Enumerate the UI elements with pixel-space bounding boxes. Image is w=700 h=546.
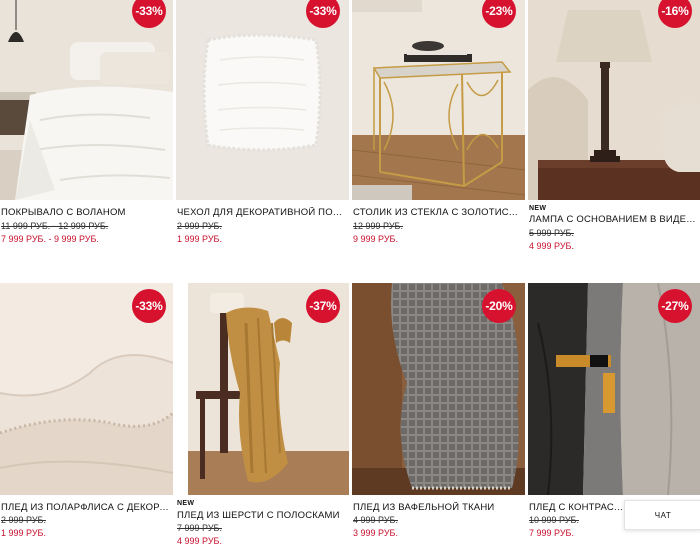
product-name[interactable]: ЧЕХОЛ ДЛЯ ДЕКОРАТИВНОЙ ПОДУ... [177,207,347,218]
chat-button[interactable]: ЧАТ [624,500,700,530]
product-card[interactable]: -20% ПЛЕД ИЗ ВАФЕЛЬНОЙ ТКАНИ 4 999 РУБ. … [352,283,525,543]
product-card[interactable]: -37% NEW ПЛЕД ИЗ ШЕРСТИ С ПОЛОСКАМИ 7 99… [176,283,349,546]
product-name[interactable]: ЛАМПА С ОСНОВАНИЕМ В ВИДЕ КО... [529,214,697,225]
product-card[interactable]: -33% ПОКРЫВАЛО С ВОЛАНОМ 11 999 РУБ. - 1… [0,0,173,250]
old-price: 7 999 РУБ. [177,523,222,533]
discount-badge: -33% [132,289,166,323]
product-card[interactable]: -33% ПЛЕД ИЗ ПОЛАРФЛИСА С ДЕКОРАТ... 2 9… [0,283,173,543]
product-name[interactable]: СТОЛИК ИЗ СТЕКЛА С ЗОЛОТИСТЫ... [353,207,523,218]
product-image[interactable] [176,0,349,200]
product-name[interactable]: ПЛЕД С КОНТРАСТНО [529,502,624,513]
new-tag: NEW [529,205,547,212]
sale-price: 3 999 РУБ. [353,528,398,538]
discount-badge: -27% [658,289,692,323]
product-card[interactable]: -23% СТОЛИК ИЗ СТЕКЛА С ЗОЛОТИСТЫ... 12 … [352,0,525,250]
old-price: 2 999 РУБ. [1,515,46,525]
new-tag: NEW [177,500,195,507]
old-price: 12 999 РУБ. [353,221,403,231]
sale-price: 7 999 РУБ. [529,528,574,538]
sale-price: 1 999 РУБ. [177,234,222,244]
product-name[interactable]: ПЛЕД ИЗ ВАФЕЛЬНОЙ ТКАНИ [353,502,523,513]
product-name[interactable]: ПЛЕД ИЗ ШЕРСТИ С ПОЛОСКАМИ [177,510,347,521]
sale-price: 9 999 РУБ. [353,234,398,244]
discount-badge: -20% [482,289,516,323]
sale-price: 4 999 РУБ. [529,241,574,251]
product-name[interactable]: ПОКРЫВАЛО С ВОЛАНОМ [1,207,171,218]
old-price: 5 999 РУБ. [529,228,574,238]
sale-price: 7 999 РУБ. - 9 999 РУБ. [1,234,99,244]
sale-price: 4 999 РУБ. [177,536,222,546]
product-image[interactable] [0,0,173,200]
product-card[interactable]: -33% ЧЕХОЛ ДЛЯ ДЕКОРАТИВНОЙ ПОДУ... 2 99… [176,0,349,250]
old-price: 4 999 РУБ. [353,515,398,525]
product-name[interactable]: ПЛЕД ИЗ ПОЛАРФЛИСА С ДЕКОРАТ... [1,502,171,513]
product-image[interactable] [352,0,525,200]
discount-badge: -37% [306,289,340,323]
sale-price: 1 999 РУБ. [1,528,46,538]
old-price: 10 999 РУБ. [529,515,579,525]
old-price: 11 999 РУБ. - 12 999 РУБ. [1,221,109,231]
product-image[interactable] [528,0,700,200]
product-card[interactable]: -16% NEW ЛАМПА С ОСНОВАНИЕМ В ВИДЕ КО...… [528,0,700,260]
old-price: 2 999 РУБ. [177,221,222,231]
